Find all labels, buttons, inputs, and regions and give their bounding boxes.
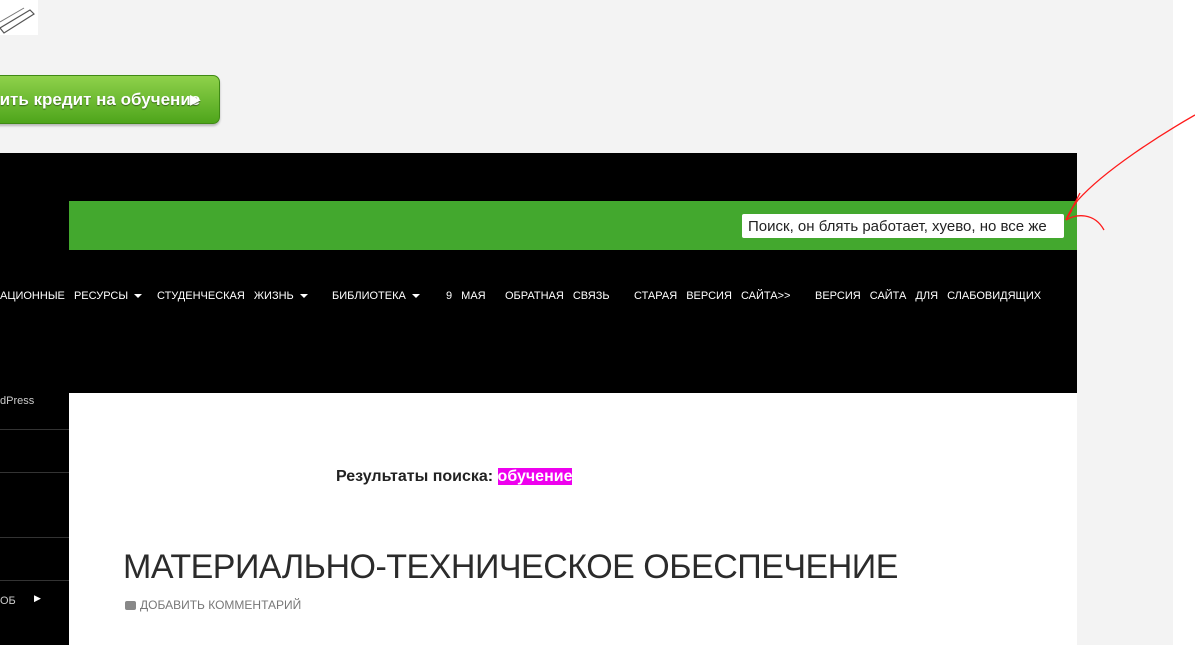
red-annotation-arrow bbox=[1065, 114, 1195, 231]
